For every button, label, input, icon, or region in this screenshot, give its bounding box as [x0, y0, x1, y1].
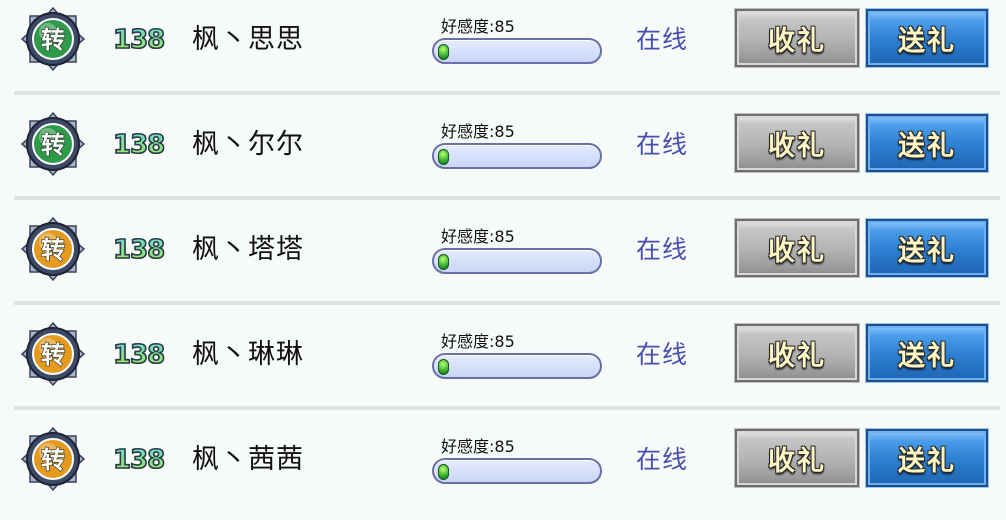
rank-medal-icon: 转	[20, 426, 86, 492]
rank-medal-svg: 转	[20, 6, 86, 72]
receive-gift-button[interactable]: 收礼	[735, 9, 859, 67]
level-number: 138	[112, 335, 166, 375]
online-status: 在线	[636, 445, 689, 474]
friend-name: 枫丶塔塔	[192, 234, 304, 265]
friend-name: 枫丶琳琳	[192, 339, 304, 370]
affection-bar	[432, 38, 602, 64]
send-gift-button[interactable]: 送礼	[866, 114, 988, 172]
rank-medal-svg: 转	[20, 321, 86, 387]
friend-row: 转 138 枫丶琳琳 好感度:85 在线 收礼 送礼	[0, 315, 1006, 415]
rank-medal-icon: 转	[20, 111, 86, 177]
rank-medal-icon: 转	[20, 216, 86, 282]
send-gift-button[interactable]: 送礼	[866, 9, 988, 67]
affection-label: 好感度:85	[441, 122, 515, 141]
friend-name: 枫丶思思	[192, 24, 304, 55]
friend-row: 转 138 枫丶茜茜 好感度:85 在线 收礼 送礼	[0, 420, 1006, 520]
send-gift-button[interactable]: 送礼	[866, 429, 988, 487]
online-status: 在线	[636, 340, 689, 369]
medal-glyph: 转	[41, 446, 65, 474]
online-status: 在线	[636, 235, 689, 264]
affection-bar-fill	[438, 44, 449, 60]
friend-row: 转 138 枫丶塔塔 好感度:85 在线 收礼 送礼	[0, 210, 1006, 310]
level-number: 138	[112, 230, 166, 270]
send-gift-button[interactable]: 送礼	[866, 219, 988, 277]
receive-gift-button[interactable]: 收礼	[735, 324, 859, 382]
friend-row: 转 138 枫丶思思 好感度:85 在线 收礼 送礼	[0, 0, 1006, 100]
affection-bar-fill	[438, 149, 449, 165]
level-number: 138	[112, 125, 166, 165]
medal-glyph: 转	[41, 26, 65, 54]
rank-medal-svg: 转	[20, 216, 86, 282]
affection-bar	[432, 248, 602, 274]
friend-name: 枫丶尔尔	[192, 129, 304, 160]
friend-list: 转 138 枫丶思思 好感度:85 在线 收礼 送礼 转 138 枫丶尔尔 好感…	[0, 0, 1006, 500]
send-gift-button[interactable]: 送礼	[866, 324, 988, 382]
level-number: 138	[112, 20, 166, 60]
online-status: 在线	[636, 25, 689, 54]
affection-bar	[432, 143, 602, 169]
affection-bar-fill	[438, 254, 449, 270]
medal-glyph: 转	[41, 341, 65, 369]
receive-gift-button[interactable]: 收礼	[735, 429, 859, 487]
level-number: 138	[112, 440, 166, 480]
medal-glyph: 转	[41, 131, 65, 159]
affection-label: 好感度:85	[441, 17, 515, 36]
medal-glyph: 转	[41, 236, 65, 264]
receive-gift-button[interactable]: 收礼	[735, 114, 859, 172]
rank-medal-svg: 转	[20, 111, 86, 177]
rank-medal-icon: 转	[20, 6, 86, 72]
receive-gift-button[interactable]: 收礼	[735, 219, 859, 277]
online-status: 在线	[636, 130, 689, 159]
affection-bar-fill	[438, 464, 449, 480]
friend-name: 枫丶茜茜	[192, 444, 304, 475]
rank-medal-svg: 转	[20, 426, 86, 492]
rank-medal-icon: 转	[20, 321, 86, 387]
row-divider	[14, 196, 1000, 200]
row-divider	[14, 301, 1000, 305]
affection-bar	[432, 353, 602, 379]
affection-label: 好感度:85	[441, 437, 515, 456]
affection-label: 好感度:85	[441, 332, 515, 351]
affection-bar-fill	[438, 359, 449, 375]
row-divider	[14, 406, 1000, 410]
affection-bar	[432, 458, 602, 484]
row-divider	[14, 91, 1000, 95]
affection-label: 好感度:85	[441, 227, 515, 246]
friend-row: 转 138 枫丶尔尔 好感度:85 在线 收礼 送礼	[0, 105, 1006, 205]
